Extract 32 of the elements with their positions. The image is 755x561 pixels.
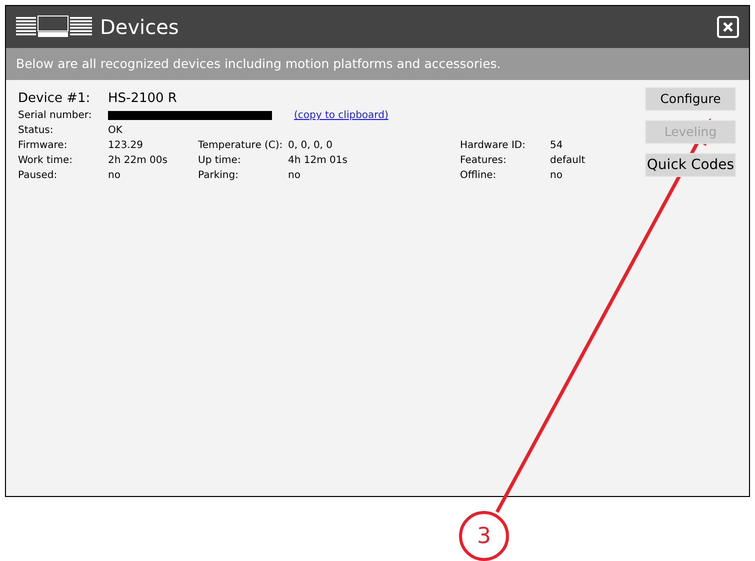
close-button[interactable]: [717, 16, 739, 38]
callout-badge: 3: [459, 511, 509, 561]
serial-label: Serial number:: [18, 109, 93, 123]
field-value: OK: [108, 124, 122, 138]
close-icon: [723, 22, 733, 32]
field-label: Offline:: [460, 169, 498, 183]
field-label: Temperature (C):: [198, 139, 284, 153]
logo-icon: [16, 15, 92, 39]
action-button[interactable]: Quick Codes: [645, 153, 736, 177]
window-title: Devices: [100, 14, 179, 41]
info-text: Below are all recognized devices including motion platforms and accessories.: [16, 54, 501, 73]
field-label: Paused:: [18, 169, 58, 183]
field-label: Up time:: [198, 154, 242, 168]
field-value: 4h 12m 01s: [288, 154, 348, 168]
field-value: no: [288, 169, 302, 183]
field-value: 54: [550, 139, 564, 153]
field-value: 123.29: [108, 139, 144, 153]
field-label: Firmware:: [18, 139, 68, 153]
field-label: Features:: [460, 154, 508, 168]
device-name: HS-2100 R: [108, 90, 177, 108]
field-label: Parking:: [198, 169, 240, 183]
field-label: Work time:: [18, 154, 74, 168]
field-value: 2h 22m 00s: [108, 154, 168, 168]
action-button[interactable]: Configure: [645, 87, 736, 111]
field-label: Status:: [18, 124, 54, 138]
field-value: default: [550, 154, 586, 168]
device-label: Device #1:: [18, 90, 92, 108]
field-value: no: [550, 169, 564, 183]
copy-link[interactable]: (copy to clipboard): [294, 108, 388, 123]
field-value: 0, 0, 0, 0: [288, 139, 334, 153]
field-label: Hardware ID:: [460, 139, 526, 153]
field-value: no: [108, 169, 122, 183]
